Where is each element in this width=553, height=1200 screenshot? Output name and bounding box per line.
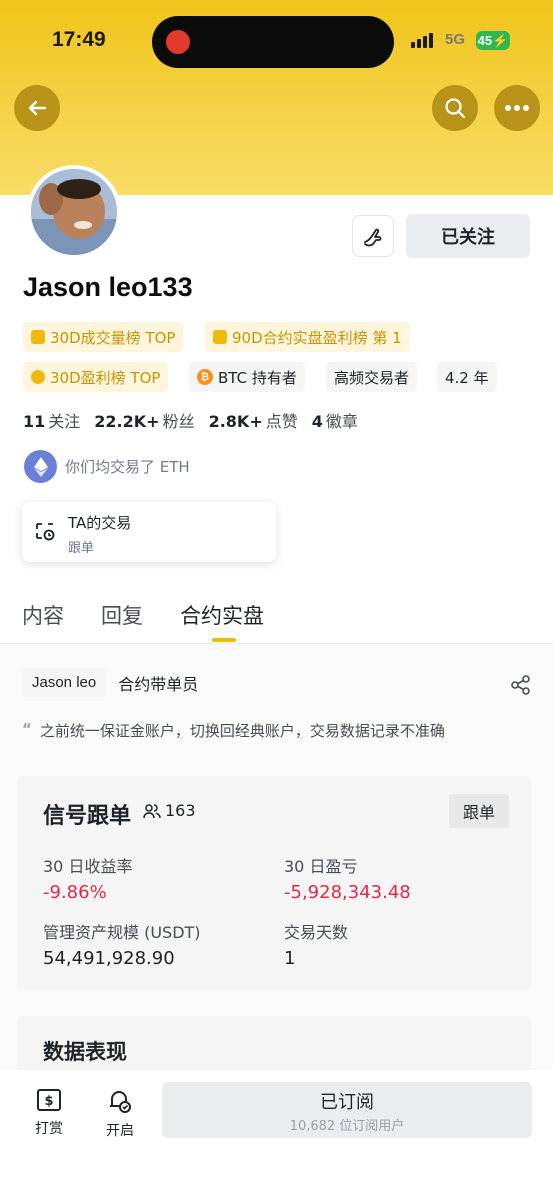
- battery-level: 45: [477, 33, 493, 48]
- trader-name-chip[interactable]: Jason leo: [22, 668, 107, 697]
- trader-note: “ 之前统一保证金账户，切换回经典账户，交易数据记录不准确: [22, 720, 445, 741]
- profile-stats: 11 关注 22.2K+ 粉丝 2.8K+ 点赞 4 徽章: [23, 408, 358, 432]
- avatar[interactable]: [27, 165, 121, 259]
- stat-badges[interactable]: 4 徽章: [312, 408, 358, 432]
- badge-profit-top[interactable]: 30D盈利榜 TOP: [23, 362, 169, 392]
- enable-label: 开启: [106, 1123, 134, 1139]
- metric-label: 交易天数: [284, 923, 349, 942]
- badge-futures-rank[interactable]: 90D合约实盘盈利榜 第 1: [205, 322, 410, 352]
- hand-gesture-icon: [364, 228, 382, 247]
- subscriber-count: 10,682 位订阅用户: [289, 1119, 405, 1134]
- badge-years[interactable]: 4.2 年: [437, 362, 497, 392]
- copy-trade-icon: [34, 520, 56, 546]
- status-time: 17:49: [52, 28, 106, 51]
- tip-label: 打赏: [35, 1121, 63, 1137]
- signal-followers: 163: [143, 801, 196, 820]
- coin-badge-icon: [31, 370, 45, 384]
- trade-card-subtitle: 跟单: [68, 541, 95, 556]
- svg-text:$: $: [44, 1094, 53, 1109]
- tab-futures-live[interactable]: 合约实盘: [180, 600, 264, 630]
- active-tab-indicator: [212, 638, 236, 642]
- metric-label: 管理资产规模 (USDT): [43, 923, 201, 942]
- badge-label: 90D合约实盘盈利榜 第 1: [232, 328, 402, 347]
- bottom-action-bar: $ 打赏 开启 已订阅 10,682 位订阅用户: [0, 1070, 553, 1200]
- metric-aum: 54,491,928.90: [43, 948, 175, 969]
- recording-indicator: [166, 30, 190, 54]
- follower-count: 163: [165, 801, 196, 820]
- username: Jason leo133: [23, 272, 193, 302]
- tip-button[interactable]: $ 打赏: [29, 1088, 69, 1138]
- signal-strength-icon: [411, 33, 433, 48]
- badge-label: 高频交易者: [334, 368, 410, 387]
- metric-label: 30 日收益率: [43, 857, 133, 876]
- subscribed-label: 已订阅: [320, 1092, 374, 1113]
- copy-trade-button[interactable]: 跟单: [449, 794, 509, 828]
- subscribed-button[interactable]: 已订阅 10,682 位订阅用户: [162, 1082, 532, 1138]
- stat-following[interactable]: 11 关注: [23, 408, 80, 432]
- eth-icon: [24, 450, 57, 483]
- share-icon[interactable]: [510, 674, 532, 700]
- common-trade-row: 你们均交易了 ETH: [24, 450, 190, 483]
- back-arrow-icon: [28, 100, 47, 116]
- more-button[interactable]: [494, 85, 540, 131]
- follow-button[interactable]: 已关注: [406, 214, 530, 258]
- bell-check-icon: [110, 1091, 131, 1113]
- note-text: 之前统一保证金账户，切换回经典账户，交易数据记录不准确: [39, 722, 445, 740]
- badge-label: 30D盈利榜 TOP: [50, 368, 161, 387]
- dynamic-island: [152, 16, 394, 68]
- quote-icon: “: [22, 720, 32, 738]
- badge-label: BTC 持有者: [218, 368, 297, 387]
- trader-role: 合约带单员: [118, 674, 199, 694]
- tip-gesture-button[interactable]: [352, 215, 394, 257]
- tab-replies[interactable]: 回复: [101, 600, 143, 630]
- more-dots-icon: [505, 105, 529, 111]
- bitcoin-icon: ₿: [197, 369, 213, 385]
- badge-label: 30D成交量榜 TOP: [50, 328, 176, 347]
- badge-label: 4.2 年: [445, 368, 489, 387]
- common-trade-text: 你们均交易了 ETH: [65, 458, 190, 476]
- trade-card[interactable]: TA的交易 跟单: [22, 502, 276, 562]
- performance-title: 数据表现: [43, 1040, 127, 1064]
- lead-trader-row: Jason leo 合约带单员: [22, 668, 198, 697]
- metric-trading-days: 1: [284, 948, 296, 969]
- battery-icon: 45⚡: [476, 31, 510, 50]
- tab-content[interactable]: 内容: [22, 600, 64, 630]
- notification-button[interactable]: 开启: [100, 1088, 140, 1140]
- signal-copy-card: 信号跟单 163 跟单 30 日收益率 -9.86% 30 日盈亏 -5,928…: [17, 776, 531, 990]
- signal-title: 信号跟单: [43, 804, 132, 829]
- search-icon: [445, 98, 466, 119]
- badge-hf-trader[interactable]: 高频交易者: [326, 362, 418, 392]
- chart-badge-icon: [213, 330, 227, 344]
- metric-roi-30d: -9.86%: [43, 882, 107, 903]
- dollar-bill-icon: $: [37, 1089, 61, 1111]
- network-type: 5G: [445, 31, 466, 48]
- search-button[interactable]: [432, 85, 478, 131]
- profile-tabs: 内容 回复 合约实盘: [0, 598, 553, 644]
- badge-volume-top[interactable]: 30D成交量榜 TOP: [23, 322, 184, 352]
- back-button[interactable]: [14, 85, 60, 131]
- chart-badge-icon: [31, 330, 45, 344]
- metric-label: 30 日盈亏: [284, 857, 358, 876]
- badge-btc-holder[interactable]: ₿ BTC 持有者: [189, 362, 305, 392]
- metric-pnl-30d: -5,928,343.48: [284, 882, 411, 903]
- users-icon: [143, 803, 161, 818]
- trade-card-title: TA的交易: [68, 514, 132, 532]
- stat-followers[interactable]: 22.2K+ 粉丝: [94, 408, 194, 432]
- stat-likes[interactable]: 2.8K+ 点赞: [209, 408, 298, 432]
